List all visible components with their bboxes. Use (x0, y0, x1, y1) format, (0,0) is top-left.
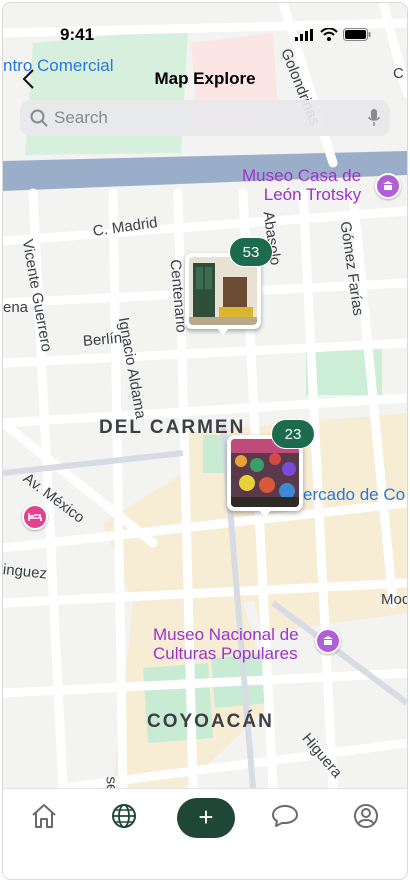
pin-photo-market (231, 439, 299, 507)
pin-count-badge: 53 (229, 237, 273, 267)
street-label-moc: Moc (381, 591, 407, 608)
museum-icon[interactable] (315, 628, 341, 654)
poi-museo-casa-leon-trotsky[interactable]: Museo Casa de León Trotsky (242, 166, 361, 204)
tab-home[interactable] (30, 803, 60, 833)
pin-photo-interior (189, 257, 257, 325)
street-label-ses: ses (103, 776, 121, 788)
phone-screen: ntro Comercial Golondrinas C Vicente Gue… (3, 3, 407, 879)
chat-icon (272, 805, 298, 827)
status-icons (295, 28, 371, 41)
poi-museo-nacional-culturas-populares[interactable]: Museo Nacional de Culturas Populares (153, 625, 299, 663)
microphone-icon[interactable] (368, 108, 380, 128)
poi-museo-nacional-line2: Culturas Populares (153, 644, 298, 663)
status-bar: 9:41 (3, 3, 407, 53)
poi-museo-casa-line1: Museo Casa de (242, 166, 362, 185)
search-bar[interactable] (20, 100, 390, 136)
search-input[interactable] (54, 106, 354, 130)
museum-icon[interactable] (375, 173, 401, 199)
search-icon (30, 109, 48, 127)
signal-icon (295, 28, 313, 41)
battery-icon (343, 28, 371, 41)
pin-tail (258, 509, 272, 517)
district-del-carmen: DEL CARMEN (99, 417, 246, 438)
tab-messages[interactable] (271, 803, 301, 833)
poi-museo-casa-line2: León Trotsky (263, 185, 362, 204)
globe-icon (112, 804, 136, 828)
district-coyoacan: COYOACÁN (147, 711, 274, 732)
page-title: Map Explore (154, 69, 256, 88)
status-time: 9:41 (60, 25, 95, 44)
home-icon (32, 804, 56, 828)
hotel-icon[interactable] (22, 504, 48, 530)
add-button[interactable]: + (177, 798, 235, 838)
poi-mercado-label[interactable]: ercado de Co (303, 485, 405, 505)
poi-museo-nacional-line1: Museo Nacional de (153, 625, 299, 644)
profile-icon (354, 804, 378, 828)
tab-profile[interactable] (353, 803, 383, 833)
pin-tail (216, 327, 230, 335)
tab-explore[interactable] (111, 803, 141, 833)
wifi-icon (320, 28, 338, 41)
pin-count-badge: 23 (271, 419, 315, 449)
tab-bar: + (3, 788, 407, 879)
street-label-ena: ena (3, 299, 29, 316)
